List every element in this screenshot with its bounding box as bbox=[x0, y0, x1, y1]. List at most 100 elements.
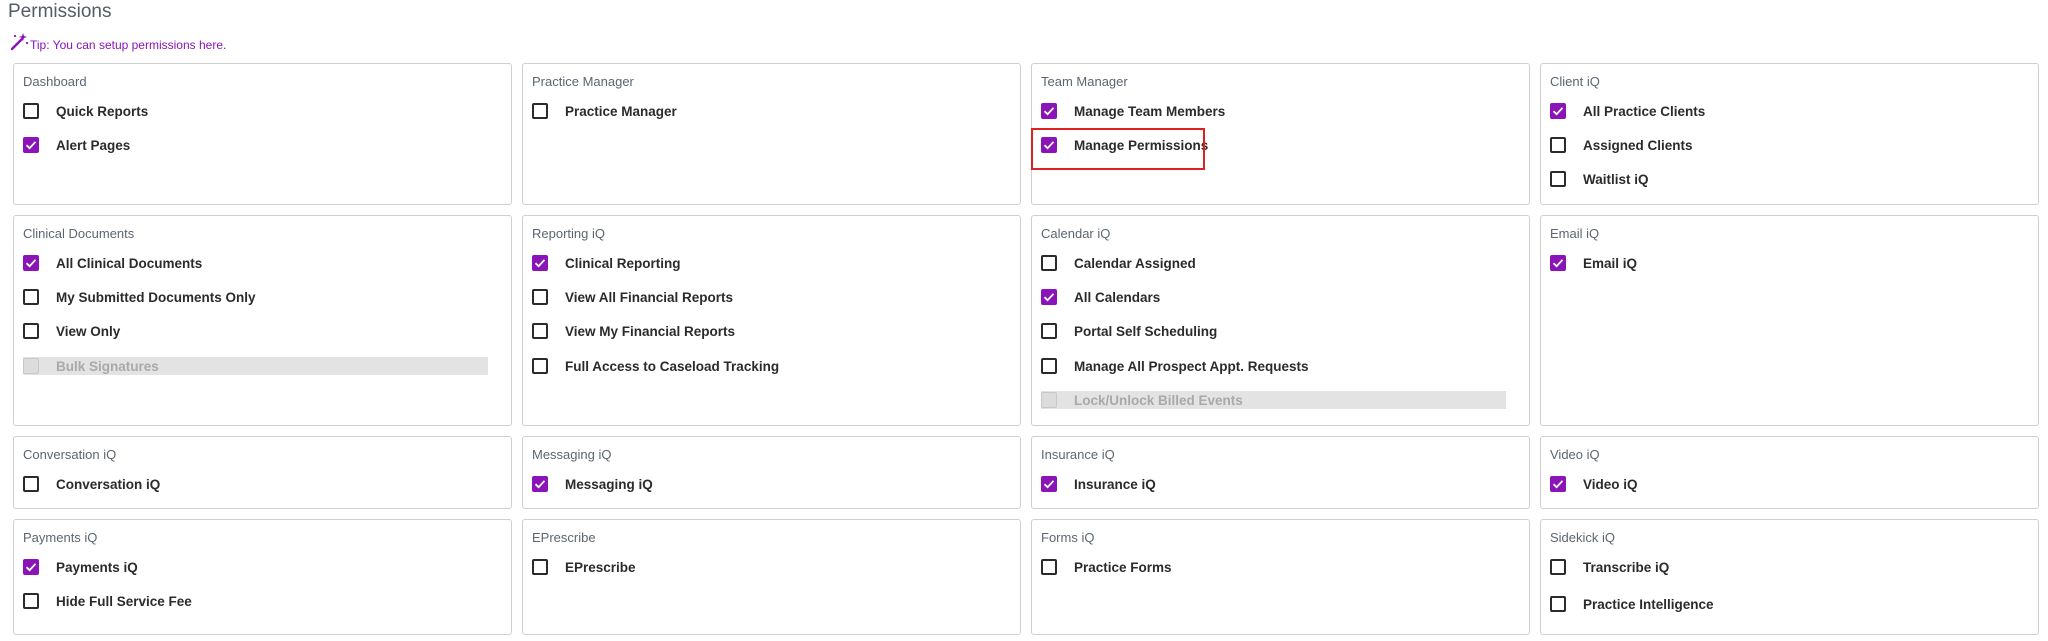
checkbox-checked[interactable] bbox=[1550, 476, 1566, 492]
permission-eprescribe[interactable]: EPrescribe bbox=[532, 556, 636, 578]
permission-calendar-assigned[interactable]: Calendar Assigned bbox=[1041, 252, 1196, 274]
checkbox-checked[interactable] bbox=[1550, 255, 1566, 271]
checkbox-unchecked[interactable] bbox=[1041, 323, 1057, 339]
checkbox-unchecked[interactable] bbox=[532, 323, 548, 339]
card-practice-manager: Practice Manager Practice Manager bbox=[522, 63, 1021, 205]
checkbox-unchecked[interactable] bbox=[1550, 559, 1566, 575]
permission-all-practice-clients[interactable]: All Practice Clients bbox=[1550, 100, 1705, 122]
tip: Tip: You can setup permissions here. bbox=[9, 32, 226, 52]
checkbox-unchecked[interactable] bbox=[23, 103, 39, 119]
card-title: Calendar iQ bbox=[1041, 226, 1111, 241]
card-title: Insurance iQ bbox=[1041, 447, 1115, 462]
card-dashboard: Dashboard Quick Reports Alert Pages bbox=[13, 63, 512, 205]
checkbox-checked[interactable] bbox=[1041, 137, 1057, 153]
checkbox-checked[interactable] bbox=[1041, 103, 1057, 119]
permission-full-access-to-caseload-tracking[interactable]: Full Access to Caseload Tracking bbox=[532, 355, 779, 377]
permission-video-iq[interactable]: Video iQ bbox=[1550, 473, 1638, 495]
permission-practice-manager[interactable]: Practice Manager bbox=[532, 100, 677, 122]
permission-view-only[interactable]: View Only bbox=[23, 320, 120, 342]
checkbox-checked[interactable] bbox=[532, 255, 548, 271]
card-forms-iq: Forms iQ Practice Forms bbox=[1031, 519, 1530, 635]
permission-transcribe-iq[interactable]: Transcribe iQ bbox=[1550, 556, 1669, 578]
card-title: Payments iQ bbox=[23, 530, 98, 545]
checkbox-unchecked[interactable] bbox=[1041, 358, 1057, 374]
checkbox-unchecked[interactable] bbox=[1550, 137, 1566, 153]
checkbox-checked[interactable] bbox=[1041, 289, 1057, 305]
permission-label: Insurance iQ bbox=[1074, 476, 1156, 492]
permission-label: Transcribe iQ bbox=[1583, 559, 1670, 575]
permission-insurance-iq[interactable]: Insurance iQ bbox=[1041, 473, 1156, 495]
permission-my-submitted-documents-only[interactable]: My Submitted Documents Only bbox=[23, 286, 256, 308]
checkbox-checked[interactable] bbox=[1041, 476, 1057, 492]
permission-conversation-iq[interactable]: Conversation iQ bbox=[23, 473, 160, 495]
checkbox-checked[interactable] bbox=[23, 137, 39, 153]
checkbox-unchecked[interactable] bbox=[532, 358, 548, 374]
permission-label: Lock/Unlock Billed Events bbox=[1074, 392, 1243, 408]
permission-all-calendars[interactable]: All Calendars bbox=[1041, 286, 1160, 308]
permission-label: Hide Full Service Fee bbox=[56, 593, 192, 609]
permission-manage-permissions[interactable]: Manage Permissions bbox=[1041, 134, 1208, 156]
card-title: Practice Manager bbox=[532, 74, 634, 89]
permission-label: View My Financial Reports bbox=[565, 323, 736, 339]
card-team-manager: Team Manager Manage Team Members Manage Pe… bbox=[1031, 63, 1530, 205]
card-title: Sidekick iQ bbox=[1550, 530, 1616, 545]
card-client-iq: Client iQ All Practice Clients Assigned Cl… bbox=[1540, 63, 2039, 205]
permission-bulk-signatures: Bulk Signatures bbox=[23, 357, 488, 375]
page-title: Permissions bbox=[8, 1, 112, 22]
checkbox-unchecked[interactable] bbox=[532, 103, 548, 119]
checkbox-unchecked[interactable] bbox=[1550, 596, 1566, 612]
permission-alert-pages[interactable]: Alert Pages bbox=[23, 134, 130, 156]
permission-waitlist-iq[interactable]: Waitlist iQ bbox=[1550, 168, 1649, 190]
card-calendar-iq: Calendar iQ Calendar Assigned All Calendar… bbox=[1031, 215, 1530, 426]
permission-practice-forms[interactable]: Practice Forms bbox=[1041, 556, 1172, 578]
permission-portal-self-scheduling[interactable]: Portal Self Scheduling bbox=[1041, 320, 1217, 342]
card-title: Email iQ bbox=[1550, 226, 1600, 241]
checkbox-unchecked[interactable] bbox=[532, 559, 548, 575]
permission-payments-iq[interactable]: Payments iQ bbox=[23, 556, 138, 578]
tip-text: Tip: You can setup permissions here. bbox=[30, 38, 227, 52]
permission-view-all-financial-reports[interactable]: View All Financial Reports bbox=[532, 286, 733, 308]
permission-hide-full-service-fee[interactable]: Hide Full Service Fee bbox=[23, 590, 192, 612]
checkbox-unchecked[interactable] bbox=[1041, 559, 1057, 575]
permission-label: Messaging iQ bbox=[565, 476, 653, 492]
permission-quick-reports[interactable]: Quick Reports bbox=[23, 100, 148, 122]
permission-view-my-financial-reports[interactable]: View My Financial Reports bbox=[532, 320, 735, 342]
card-email-iq: Email iQ Email iQ bbox=[1540, 215, 2039, 426]
checkbox-unchecked[interactable] bbox=[1041, 255, 1057, 271]
checkbox-unchecked[interactable] bbox=[23, 476, 39, 492]
permission-lock-unlock-billed-events: Lock/Unlock Billed Events bbox=[1041, 391, 1506, 409]
permission-label: Assigned Clients bbox=[1583, 137, 1693, 153]
permission-label: Email iQ bbox=[1583, 255, 1638, 271]
checkbox-checked[interactable] bbox=[23, 559, 39, 575]
permission-label: Manage All Prospect Appt. Requests bbox=[1074, 358, 1309, 374]
checkbox-unchecked[interactable] bbox=[1550, 171, 1566, 187]
permission-clinical-reporting[interactable]: Clinical Reporting bbox=[532, 252, 681, 274]
checkbox-unchecked[interactable] bbox=[23, 593, 39, 609]
card-title: Video iQ bbox=[1550, 447, 1600, 462]
card-title: Team Manager bbox=[1041, 74, 1128, 89]
checkbox-unchecked bbox=[1041, 392, 1057, 408]
checkbox-checked[interactable] bbox=[532, 476, 548, 492]
checkbox-unchecked[interactable] bbox=[532, 289, 548, 305]
permission-assigned-clients[interactable]: Assigned Clients bbox=[1550, 134, 1693, 156]
permission-practice-intelligence[interactable]: Practice Intelligence bbox=[1550, 593, 1714, 615]
checkbox-unchecked bbox=[23, 358, 39, 374]
permission-label: Portal Self Scheduling bbox=[1074, 323, 1218, 339]
permission-all-clinical-documents[interactable]: All Clinical Documents bbox=[23, 252, 202, 274]
permission-messaging-iq[interactable]: Messaging iQ bbox=[532, 473, 653, 495]
permission-label: My Submitted Documents Only bbox=[56, 289, 256, 305]
card-title: Client iQ bbox=[1550, 74, 1600, 89]
permission-manage-all-prospect-appt-requests[interactable]: Manage All Prospect Appt. Requests bbox=[1041, 355, 1309, 377]
permission-label: Bulk Signatures bbox=[56, 358, 159, 374]
checkbox-checked[interactable] bbox=[1550, 103, 1566, 119]
checkbox-checked[interactable] bbox=[23, 255, 39, 271]
permission-manage-team-members[interactable]: Manage Team Members bbox=[1041, 100, 1225, 122]
permission-label: All Practice Clients bbox=[1583, 103, 1706, 119]
permission-label: View All Financial Reports bbox=[565, 289, 734, 305]
permission-label: Conversation iQ bbox=[56, 476, 161, 492]
permission-label: Practice Intelligence bbox=[1583, 596, 1714, 612]
permission-email-iq[interactable]: Email iQ bbox=[1550, 252, 1637, 274]
checkbox-unchecked[interactable] bbox=[23, 289, 39, 305]
checkbox-unchecked[interactable] bbox=[23, 323, 39, 339]
card-sidekick-iq: Sidekick iQ Transcribe iQ Practice Intelli… bbox=[1540, 519, 2039, 635]
